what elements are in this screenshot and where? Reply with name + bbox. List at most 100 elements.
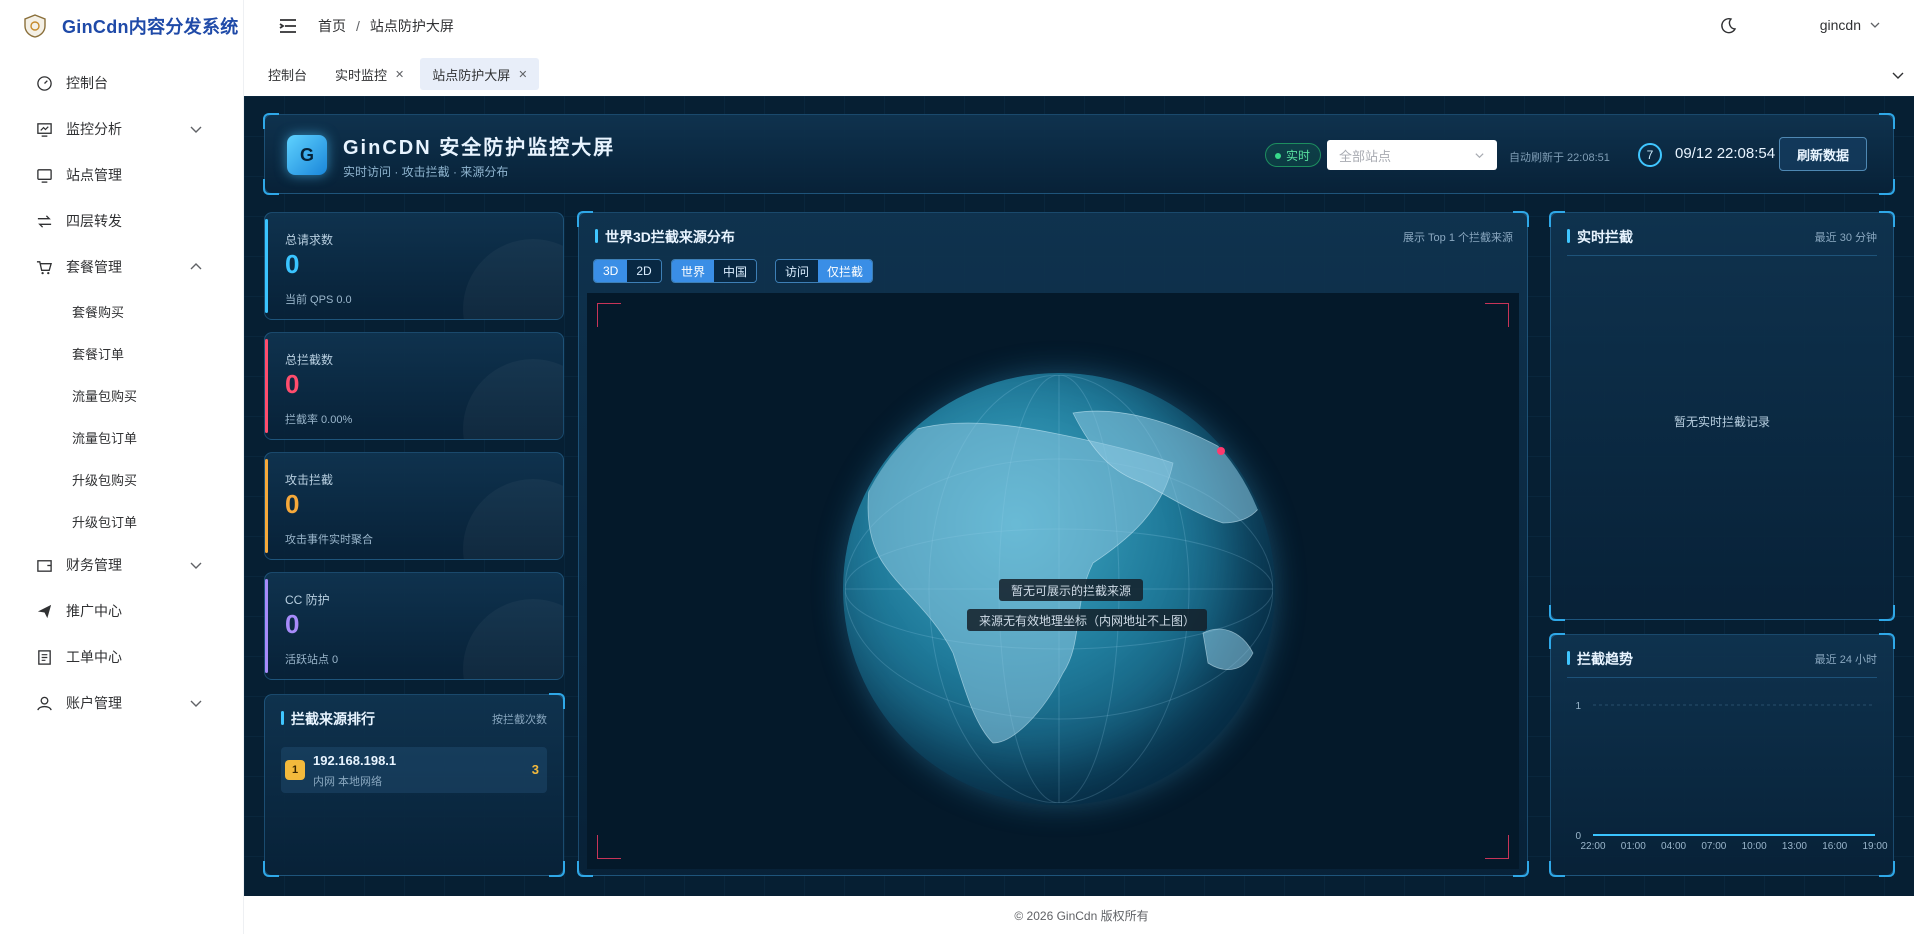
site-select[interactable]: 全部站点 xyxy=(1327,140,1497,170)
menu-toggle-icon[interactable] xyxy=(278,16,298,36)
sidebar-item-site-management[interactable]: 站点管理 xyxy=(4,152,243,198)
close-icon[interactable]: ✕ xyxy=(518,68,527,81)
brand-logo: G xyxy=(287,135,327,175)
tab-realtime-monitor[interactable]: 实时监控 ✕ xyxy=(323,58,416,90)
panel-title: 拦截来源排行 xyxy=(281,709,375,729)
decorative-blob xyxy=(463,239,563,319)
dashboard-title: GinCDN 安全防护监控大屏 xyxy=(343,137,616,159)
sidebar-item-label: 工单中心 xyxy=(66,649,122,665)
type-toggle: 访问 仅拦截 xyxy=(775,259,874,283)
x-tick-label: 04:00 xyxy=(1661,841,1686,852)
sidebar-item-l4-forward[interactable]: 四层转发 xyxy=(4,198,243,244)
corner-decoration xyxy=(549,861,565,877)
decorative-blob xyxy=(463,479,563,559)
sidebar-item-promotion[interactable]: 推广中心 xyxy=(4,588,243,634)
sidebar-subitem-traffic-orders[interactable]: 流量包订单 xyxy=(4,416,243,458)
chevron-down-icon xyxy=(190,562,202,569)
stat-sub: 活跃站点 0 xyxy=(285,654,339,666)
ranking-row[interactable]: 1 192.168.198.1 内网 本地网络 3 xyxy=(281,747,547,793)
refresh-button[interactable]: 刷新数据 xyxy=(1779,137,1867,171)
chevron-up-icon xyxy=(190,263,202,270)
stat-sub: 当前 QPS 0.0 xyxy=(285,294,352,306)
sidebar-item-dashboard[interactable]: 控制台 xyxy=(4,60,243,106)
tab-dashboard[interactable]: 控制台 xyxy=(256,58,319,90)
panel-title: 世界3D拦截来源分布 xyxy=(595,227,735,247)
sidebar-menu: 控制台 监控分析 站点管理 四层转发 套餐管理 套餐购买 套餐订单 流量包购买 … xyxy=(4,60,243,726)
sidebar-item-monitor-analysis[interactable]: 监控分析 xyxy=(4,106,243,152)
dark-mode-icon[interactable] xyxy=(1719,17,1737,35)
tab-china[interactable]: 中国 xyxy=(714,260,757,282)
accent-bar xyxy=(265,219,268,313)
sidebar-subitem-upgrade-orders[interactable]: 升级包订单 xyxy=(4,500,243,542)
sidebar-item-package-management[interactable]: 套餐管理 xyxy=(4,244,243,290)
breadcrumb-home[interactable]: 首页 xyxy=(318,18,346,34)
sidebar-subitem-traffic-buy[interactable]: 流量包购买 xyxy=(4,374,243,416)
stat-label: 总请求数 xyxy=(285,233,334,247)
y-tick-label: 1 xyxy=(1575,701,1581,712)
divider xyxy=(1567,255,1877,256)
app-logo[interactable]: GinCdn内容分发系统 xyxy=(4,0,243,52)
sidebar-item-account[interactable]: 账户管理 xyxy=(4,680,243,726)
corner-decoration xyxy=(1549,211,1565,227)
tab-label: 站点防护大屏 xyxy=(432,67,511,83)
x-tick-label: 13:00 xyxy=(1782,841,1807,852)
trend-line-chart[interactable]: 0122:00 01:00 04:00 07:00 10:00 13:00 16:00 19:… xyxy=(1551,635,1895,877)
corner-decoration xyxy=(549,573,563,587)
sidebar-item-finance[interactable]: 财务管理 xyxy=(4,542,243,588)
sidebar-subitem-upgrade-buy[interactable]: 升级包购买 xyxy=(4,458,243,500)
chevron-down-icon xyxy=(1475,153,1484,159)
stat-card-attack-blocked: 攻击拦截 0 攻击事件实时聚合 xyxy=(264,452,564,560)
app-title: GinCdn内容分发系统 xyxy=(62,17,239,37)
stat-value: 0 xyxy=(285,609,300,639)
tab-2d[interactable]: 2D xyxy=(627,260,661,282)
sidebar-item-label: 站点管理 xyxy=(66,167,122,183)
rank-badge: 1 xyxy=(285,760,305,780)
globe-stage[interactable]: 暂无可展示的拦截来源 来源无有效地理坐标（内网地址不上图） xyxy=(587,293,1519,869)
block-trend-panel: 拦截趋势 最近 24 小时 0 1 22:00 01:00 04:00 07:00 10:0… xyxy=(1549,633,1895,877)
x-tick-label: 07:00 xyxy=(1701,841,1726,852)
send-icon xyxy=(34,601,54,621)
refresh-countdown: 7 xyxy=(1638,143,1662,167)
stat-label: CC 防护 xyxy=(285,593,330,607)
tab-world[interactable]: 世界 xyxy=(672,260,715,282)
accent-bar xyxy=(265,339,268,433)
dashboard-icon xyxy=(34,73,54,93)
globe-empty-message: 暂无可展示的拦截来源 xyxy=(999,579,1144,601)
x-tick-label: 19:00 xyxy=(1862,841,1887,852)
corner-decoration xyxy=(263,179,279,195)
sidebar-item-tickets[interactable]: 工单中心 xyxy=(4,634,243,680)
accent-bar xyxy=(265,459,268,553)
stat-sub: 攻击事件实时聚合 xyxy=(285,534,373,546)
stat-card-total-requests: 总请求数 0 当前 QPS 0.0 xyxy=(264,212,564,320)
chevron-down-icon xyxy=(190,700,202,707)
sidebar-item-label: 四层转发 xyxy=(66,213,122,229)
accent-bar xyxy=(265,579,268,673)
live-badge: 实时 xyxy=(1265,143,1322,167)
scope-toggle: 世界 中国 xyxy=(671,259,758,283)
forward-icon xyxy=(34,211,54,231)
close-icon[interactable]: ✕ xyxy=(395,68,404,81)
source-location: 内网 本地网络 xyxy=(313,776,383,788)
block-source-marker[interactable] xyxy=(1217,447,1225,455)
x-tick-label: 22:00 xyxy=(1580,841,1605,852)
tab-site-protection-screen[interactable]: 站点防护大屏 ✕ xyxy=(420,58,540,90)
dashboard-header: G GinCDN 安全防护监控大屏 实时访问 · 攻击拦截 · 来源分布 实时 … xyxy=(263,113,1895,195)
corner-decoration xyxy=(549,333,563,347)
tab-visits[interactable]: 访问 xyxy=(776,260,819,282)
sidebar-item-label: 账户管理 xyxy=(66,695,122,711)
realtime-empty-message: 暂无实时拦截记录 xyxy=(1673,415,1770,429)
corner-decoration xyxy=(263,113,279,129)
sidebar: GinCdn内容分发系统 控制台 监控分析 站点管理 四层转发 套餐管理 套餐购… xyxy=(4,0,244,934)
dashboard-subtitle: 实时访问 · 攻击拦截 · 来源分布 xyxy=(343,165,509,179)
sidebar-subitem-package-orders[interactable]: 套餐订单 xyxy=(4,332,243,374)
user-menu[interactable]: gincdn xyxy=(1820,17,1881,33)
corner-decoration xyxy=(549,693,565,709)
tab-blocked-only[interactable]: 仅拦截 xyxy=(818,260,873,282)
tab-label: 实时监控 xyxy=(335,67,388,83)
decorative-blob xyxy=(463,599,563,679)
sidebar-subitem-package-buy[interactable]: 套餐购买 xyxy=(4,290,243,332)
corner-decoration xyxy=(263,861,279,877)
protection-dashboard: G GinCDN 安全防护监控大屏 实时访问 · 攻击拦截 · 来源分布 实时 … xyxy=(244,96,1914,896)
tab-3d[interactable]: 3D xyxy=(594,260,628,282)
chevron-down-icon[interactable] xyxy=(1891,68,1905,82)
